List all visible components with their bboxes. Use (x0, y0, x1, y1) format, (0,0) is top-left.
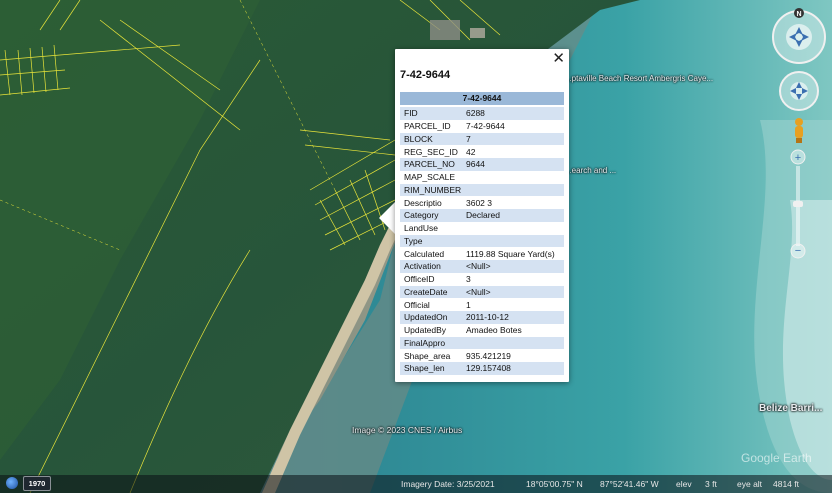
compass-north-label: N (796, 11, 801, 18)
attribute-value: 129.157408 (462, 362, 564, 375)
attribute-row: OfficeID 3 (400, 273, 564, 286)
attribute-row: PARCEL_ID 7-42-9644 (400, 120, 564, 133)
popup-pointer (379, 201, 396, 235)
attribute-value: 6288 (462, 107, 564, 120)
imagery-date: Imagery Date: 3/25/2021 (401, 479, 495, 489)
attribute-row: Shape_len 129.157408 (400, 362, 564, 375)
table-header: 7-42-9644 (400, 92, 564, 105)
attribute-row: LandUse (400, 222, 564, 235)
resort-label: ...ptaville Beach Resort Ambergris Caye.… (565, 74, 714, 83)
popup-title: 7-42-9644 (400, 69, 451, 81)
elevation-label: elev (676, 479, 692, 489)
attribute-row: UpdatedOn 2011-10-12 (400, 311, 564, 324)
attribute-key: PARCEL_ID (404, 121, 451, 132)
street-view-pegman-icon[interactable] (790, 116, 808, 144)
attribute-table: FID 6288 PARCEL_ID 7-42-9644 BLOCK 7 REG_SEC_I… (400, 107, 564, 375)
search-label: ...earch and ... (565, 166, 617, 175)
attribute-row: Category Declared (400, 209, 564, 222)
longitude-readout: 87°52'41.46" W (600, 479, 659, 489)
attribute-value: 42 (466, 146, 476, 157)
attribute-key: MAP_SCALE (404, 172, 456, 183)
historical-imagery-button[interactable]: 1970 (23, 476, 51, 491)
attribute-value (462, 183, 564, 197)
attribute-row: REG_SEC_ID 42 (400, 145, 564, 158)
attribute-row: BLOCK 7 (400, 132, 564, 146)
status-bar: Imagery Date: 3/25/2021 18°05'00.75" N 8… (0, 475, 832, 493)
attribute-key: FID (400, 107, 462, 120)
attribute-value: 3 (466, 274, 471, 285)
attribute-value: 3602 3 (466, 197, 492, 208)
attribute-value: 2011-10-12 (462, 311, 564, 324)
attribute-row: UpdatedBy Amadeo Botes (400, 324, 564, 337)
attribute-key: PARCEL_NO (400, 158, 462, 171)
compass-control[interactable]: N (770, 5, 828, 65)
parcel-info-popup: ✕ 7-42-9644 7-42-9644 FID 6288 PARCEL_ID 7-… (395, 49, 569, 382)
attribute-value: 1 (466, 299, 471, 310)
attribute-row: Official 1 (400, 298, 564, 311)
attribute-key: LandUse (404, 223, 439, 234)
region-label: Belize Barri... (759, 403, 823, 414)
svg-text:−: − (795, 245, 801, 257)
attribute-value (462, 234, 564, 248)
attribute-row: Descriptio 3602 3 (400, 196, 564, 209)
attribute-row: Shape_area 935.421219 (400, 349, 564, 362)
attribute-row: Calculated 1119.88 Square Yard(s) (400, 247, 564, 260)
attribute-value: 9644 (462, 158, 564, 171)
attribute-row: RIM_NUMBER (400, 183, 564, 197)
attribute-key: BLOCK (400, 132, 462, 146)
attribute-value: 7 (462, 132, 564, 146)
attribute-key: Category (400, 209, 462, 222)
attribute-key: CreateDate (400, 285, 462, 299)
attribute-row: MAP_SCALE (400, 171, 564, 184)
imagery-credit: Image © 2023 CNES / Airbus (352, 425, 463, 435)
attribute-key: Shape_len (400, 362, 462, 375)
attribute-row: FinalAppro (400, 336, 564, 350)
attribute-key: OfficeID (404, 274, 435, 285)
attribute-key: UpdatedBy (404, 325, 447, 336)
attribute-key: Descriptio (404, 197, 442, 208)
attribute-key: RIM_NUMBER (400, 183, 462, 197)
eye-alt-label: eye alt (737, 479, 763, 489)
look-control[interactable] (778, 70, 820, 112)
eye-alt-value: 4814 ft (773, 479, 799, 489)
attribute-value: Declared (462, 209, 564, 222)
attribute-key: UpdatedOn (400, 311, 462, 324)
attribute-row: Type (400, 234, 564, 248)
attribute-value: Amadeo Botes (466, 325, 522, 336)
attribute-value: 7-42-9644 (466, 121, 505, 132)
attribute-key: Activation (400, 260, 462, 273)
latitude-readout: 18°05'00.75" N (526, 479, 583, 489)
attribute-row: FID 6288 (400, 107, 564, 120)
attribute-key: Calculated (404, 248, 445, 259)
attribute-value: 1119.88 Square Yard(s) (466, 248, 555, 259)
attribute-key: REG_SEC_ID (404, 146, 458, 157)
attribute-key: FinalAppro (400, 336, 462, 350)
attribute-value: <Null> (462, 285, 564, 299)
attribute-value (462, 222, 564, 235)
attribute-value: <Null> (462, 260, 564, 273)
attribute-value (462, 336, 564, 350)
attribute-row: Activation <Null> (400, 260, 564, 273)
attribute-row: CreateDate <Null> (400, 285, 564, 299)
google-earth-watermark: Google Earth (741, 451, 812, 465)
attribute-value (462, 171, 564, 184)
attribute-value: 935.421219 (466, 350, 511, 361)
attribute-key: Official (404, 299, 430, 310)
elevation-value: 3 ft (705, 479, 717, 489)
globe-icon[interactable] (6, 477, 18, 489)
attribute-key: Type (400, 234, 462, 248)
zoom-slider[interactable]: + − (789, 148, 807, 260)
svg-text:+: + (795, 152, 801, 164)
attribute-row: PARCEL_NO 9644 (400, 158, 564, 171)
attribute-key: Shape_area (404, 350, 451, 361)
close-icon[interactable]: ✕ (552, 51, 565, 66)
